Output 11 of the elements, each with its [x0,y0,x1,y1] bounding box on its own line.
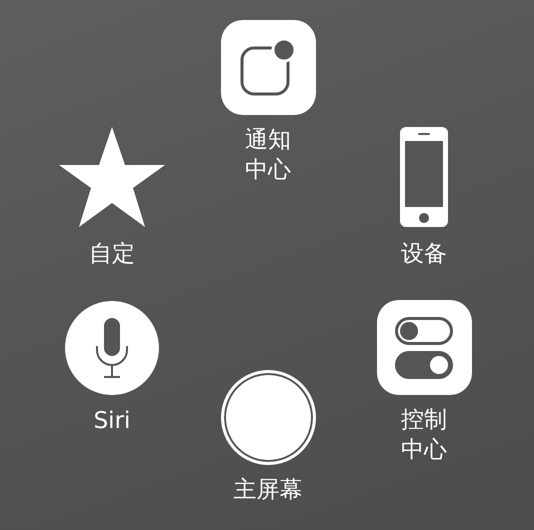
control-center-button[interactable] [376,300,472,395]
item-label: 通知 中心 [245,126,291,185]
item-label: 设备 [401,240,447,269]
star-icon[interactable] [58,125,166,229]
item-label: Siri [94,407,130,436]
microphone-icon[interactable] [64,300,160,396]
item-label: 主屏幕 [234,476,302,505]
notification-center-button[interactable] [220,20,316,115]
item-label: 控制 中心 [401,406,447,465]
item-label: 自定 [89,240,135,269]
phone-icon[interactable] [398,125,450,229]
